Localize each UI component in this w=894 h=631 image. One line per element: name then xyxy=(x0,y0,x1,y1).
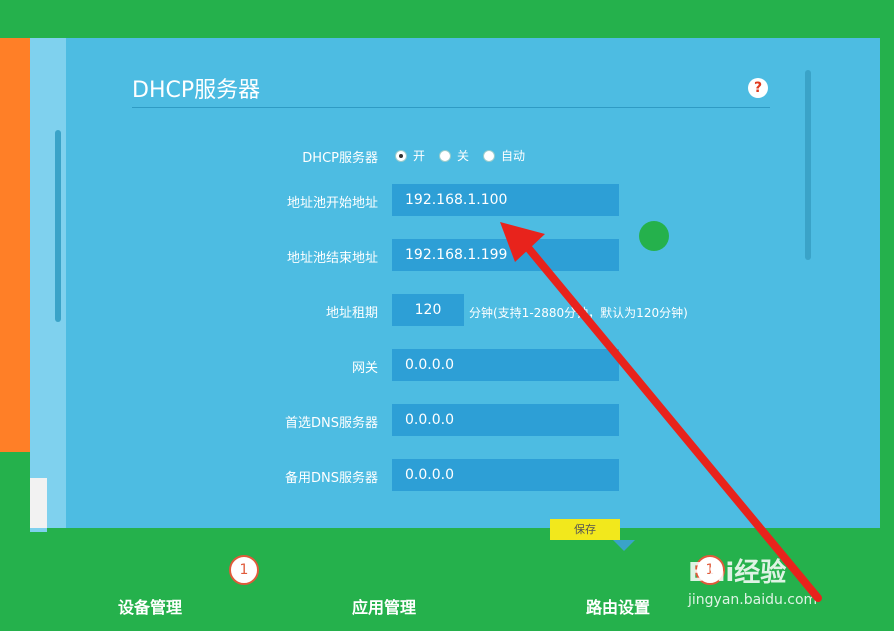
secondary-dns-label: 备用DNS服务器 xyxy=(285,471,378,486)
right-scrollbar[interactable] xyxy=(805,70,811,260)
save-button[interactable]: 保存 xyxy=(550,519,620,540)
active-tab-caret xyxy=(613,540,635,551)
lease-hint: 分钟(支持1-2880分钟，默认为120分钟) xyxy=(469,306,688,320)
nav-item-device-management[interactable]: 设备管理 xyxy=(118,594,182,618)
left-scrollbar[interactable] xyxy=(55,130,61,322)
secondary-dns-input[interactable]: 0.0.0.0 xyxy=(392,459,619,491)
green-dot-decoration xyxy=(639,221,669,251)
radio-auto-label: 自动 xyxy=(501,149,526,163)
dhcp-server-label: DHCP服务器 xyxy=(302,151,378,166)
orange-background-strip xyxy=(0,0,30,452)
radio-auto-icon xyxy=(483,149,496,162)
radio-on[interactable]: 开 xyxy=(395,147,425,164)
gateway-input[interactable]: 0.0.0.0 xyxy=(392,349,619,381)
baidu-watermark-logo: Bai经验 xyxy=(688,558,787,588)
radio-off-label: 关 xyxy=(457,149,470,163)
settings-panel xyxy=(30,38,880,532)
radio-auto[interactable]: 自动 xyxy=(483,147,525,164)
gateway-label: 网关 xyxy=(351,361,378,376)
nav-badge-device: 1 xyxy=(229,555,259,585)
radio-on-icon xyxy=(395,149,407,162)
title-divider xyxy=(132,107,770,108)
green-divider xyxy=(47,528,880,536)
radio-on-label: 开 xyxy=(413,149,426,163)
page-title: DHCP服务器 xyxy=(132,78,261,103)
pool-end-label: 地址池结束地址 xyxy=(286,251,378,266)
primary-dns-input[interactable]: 0.0.0.0 xyxy=(392,404,619,436)
primary-dns-label: 首选DNS服务器 xyxy=(285,416,378,431)
nav-item-router-settings[interactable]: 路由设置 xyxy=(586,594,650,618)
lease-input[interactable]: 120 xyxy=(392,294,464,326)
pool-start-input[interactable]: 192.168.1.100 xyxy=(392,184,619,216)
lease-label: 地址租期 xyxy=(325,306,378,321)
white-block xyxy=(30,478,47,528)
baidu-watermark-url: jingyan.baidu.com xyxy=(688,592,818,608)
pool-end-input[interactable]: 192.168.1.199 xyxy=(392,239,619,271)
nav-item-app-management[interactable]: 应用管理 xyxy=(352,594,416,618)
radio-off-icon xyxy=(439,149,452,162)
pool-start-label: 地址池开始地址 xyxy=(286,196,378,211)
top-green-band xyxy=(0,0,894,38)
radio-off[interactable]: 关 xyxy=(439,147,469,164)
help-icon[interactable]: ? xyxy=(748,78,768,98)
dhcp-server-radio-group: 开 关 自动 xyxy=(395,147,525,164)
